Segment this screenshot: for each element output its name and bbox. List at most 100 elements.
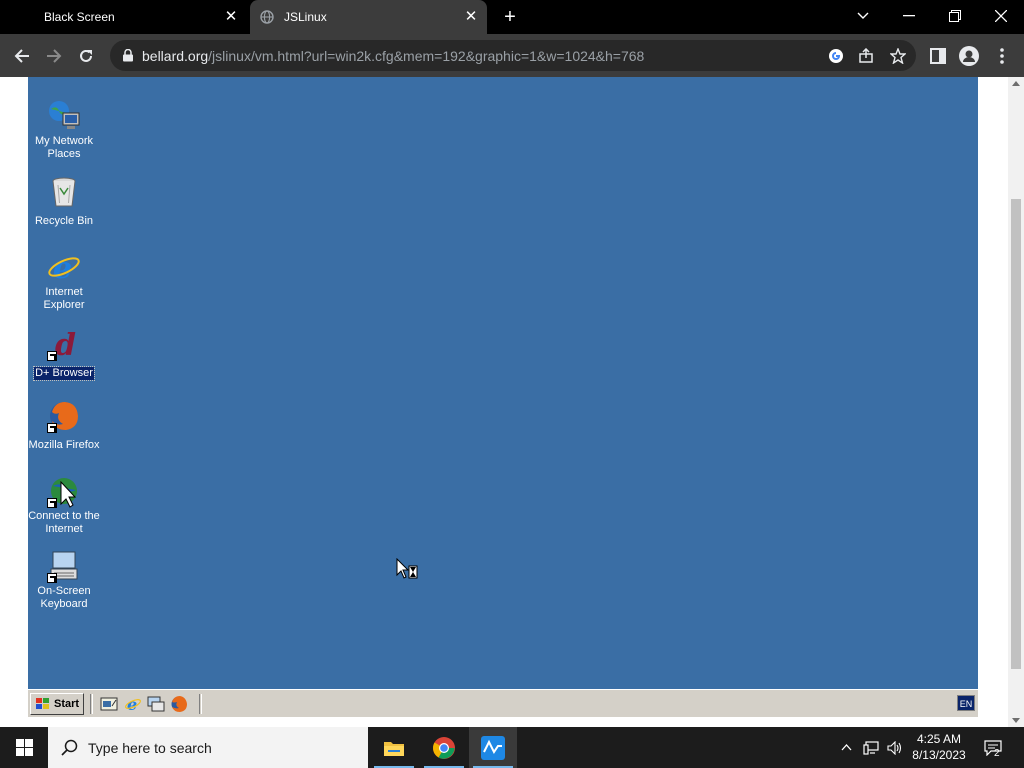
tab-jslinux[interactable]: JSLinux ✕	[250, 0, 487, 34]
recycle-bin-icon	[47, 175, 81, 209]
onscreen-keyboard-icon	[47, 549, 81, 583]
win2k-start-button[interactable]: Start	[30, 693, 84, 715]
win2k-taskbar: Start e EN	[28, 689, 978, 717]
restore-button[interactable]	[941, 4, 969, 28]
search-placeholder: Type here to search	[88, 740, 212, 756]
taskbar-app-chrome[interactable]	[420, 727, 468, 768]
desktop-icon-internet-explorer[interactable]: e Internet Explorer	[26, 250, 102, 313]
connect-internet-icon	[47, 474, 81, 508]
action-center-button[interactable]	[980, 727, 1006, 768]
desktop-icon-my-network-places[interactable]: My Network Places	[26, 99, 102, 162]
chrome-icon	[433, 736, 455, 759]
shortcut-arrow-icon	[47, 573, 57, 583]
page-scrollbar[interactable]	[1008, 77, 1024, 727]
show-hidden-icons-button[interactable]	[836, 727, 856, 768]
win2k-desktop[interactable]: My Network Places Recycle Bin e Internet…	[28, 77, 978, 689]
shortcut-arrow-icon	[47, 423, 57, 433]
reload-icon	[80, 49, 92, 62]
minimize-button[interactable]	[895, 4, 923, 28]
close-tab-icon[interactable]: ✕	[462, 8, 480, 26]
back-arrow-icon	[14, 49, 29, 63]
notification-count: 2	[994, 748, 1000, 759]
desktop-icon-dplus-browser[interactable]: d D+ Browser	[26, 327, 102, 381]
more-vert-icon	[1000, 48, 1004, 64]
google-lens-button[interactable]	[822, 42, 850, 70]
network-icon	[863, 740, 879, 755]
volume-tray-button[interactable]	[884, 727, 906, 768]
windows-start-button[interactable]	[0, 727, 48, 768]
close-icon	[995, 10, 1007, 22]
shortcut-arrow-icon	[47, 351, 57, 361]
windows-logo-icon	[15, 739, 33, 756]
clock-date: 8/13/2023	[912, 748, 966, 762]
desktop-icon-label: Internet Explorer	[43, 286, 85, 311]
profile-button[interactable]	[955, 42, 983, 70]
show-desktop-icon[interactable]	[100, 695, 118, 713]
url-text[interactable]: bellard.org/jslinux/vm.html?url=win2k.cf…	[142, 48, 644, 64]
share-button[interactable]	[852, 42, 880, 70]
network-places-icon	[47, 99, 81, 133]
scrollbar-thumb[interactable]	[1011, 199, 1021, 669]
desktop-icon-label: D+ Browser	[33, 366, 95, 381]
svg-text:e: e	[53, 251, 72, 284]
chevron-down-icon	[857, 12, 869, 19]
language-indicator[interactable]: EN	[957, 695, 975, 711]
minimize-icon	[903, 15, 915, 17]
desktop-icon-mozilla-firefox[interactable]: Mozilla Firefox	[26, 399, 102, 453]
url-host: bellard.org	[142, 48, 209, 64]
side-panel-button[interactable]	[924, 42, 952, 70]
close-window-button[interactable]	[987, 4, 1015, 28]
screen: Black Screen ✕ JSLinux ✕ + bellard.org/j…	[0, 0, 1024, 768]
new-tab-button[interactable]: +	[499, 6, 521, 28]
scroll-down-arrow-icon[interactable]	[1012, 718, 1020, 723]
menu-button[interactable]	[988, 42, 1016, 70]
desktop-icon-label: Mozilla Firefox	[28, 439, 100, 451]
forward-button[interactable]	[40, 42, 68, 70]
firefox-icon	[47, 399, 81, 433]
windows-flag-icon	[36, 698, 49, 709]
quick-launch-separator	[90, 694, 93, 714]
close-tab-icon[interactable]: ✕	[222, 8, 240, 26]
desktop-switch-icon[interactable]	[147, 695, 165, 713]
url-path: /jslinux/vm.html?url=win2k.cfg&mem=192&g…	[208, 48, 645, 64]
search-icon	[61, 739, 78, 756]
dplus-browser-icon: d	[47, 327, 81, 363]
file-explorer-icon	[384, 741, 404, 756]
internet-explorer-icon[interactable]: e	[124, 695, 142, 713]
desktop-icon-recycle-bin[interactable]: Recycle Bin	[26, 175, 102, 229]
scroll-up-arrow-icon[interactable]	[1012, 81, 1020, 86]
activity-app-icon	[481, 735, 505, 760]
taskbar-app-file-explorer[interactable]	[370, 727, 418, 768]
tab-title: Black Screen	[44, 10, 115, 24]
bookmark-button[interactable]	[884, 42, 912, 70]
tab-title: JSLinux	[284, 10, 327, 24]
taskbar-clock[interactable]: 4:25 AM 8/13/2023	[906, 731, 972, 763]
desktop-icon-label: Recycle Bin	[34, 215, 94, 227]
desktop-icon-connect-to-the-internet[interactable]: Connect to the Internet	[26, 474, 102, 537]
tab-black-screen[interactable]: Black Screen ✕	[0, 0, 248, 34]
speaker-icon	[887, 740, 902, 755]
back-button[interactable]	[8, 42, 36, 70]
windows-taskbar: Type here to search 4:25 AM 8/13/2023 2	[0, 727, 1024, 768]
share-icon	[859, 48, 873, 63]
browser-tabstrip: Black Screen ✕ JSLinux ✕ +	[0, 0, 1024, 34]
taskbar-search-box[interactable]: Type here to search	[48, 727, 368, 768]
google-icon	[829, 49, 843, 63]
svg-text:e: e	[127, 695, 137, 713]
chevron-up-icon	[841, 744, 851, 751]
busy-cursor-icon	[396, 558, 418, 579]
restore-icon	[949, 10, 961, 22]
svg-text:d: d	[55, 328, 76, 361]
tab-search-button[interactable]	[849, 4, 877, 28]
taskbar-app-activity[interactable]	[469, 727, 517, 768]
desktop-icon-label: Connect to the Internet	[28, 510, 100, 535]
desktop-icon-label: On-Screen Keyboard	[37, 585, 91, 610]
desktop-icon-on-screen-keyboard[interactable]: On-Screen Keyboard	[26, 549, 102, 612]
firefox-icon[interactable]	[170, 695, 188, 713]
address-bar[interactable]: bellard.org/jslinux/vm.html?url=win2k.cf…	[110, 40, 916, 71]
internet-explorer-icon: e	[47, 250, 81, 286]
network-tray-button[interactable]	[860, 727, 882, 768]
star-icon	[890, 48, 906, 64]
reload-button[interactable]	[72, 42, 100, 70]
lock-icon[interactable]	[122, 49, 134, 62]
